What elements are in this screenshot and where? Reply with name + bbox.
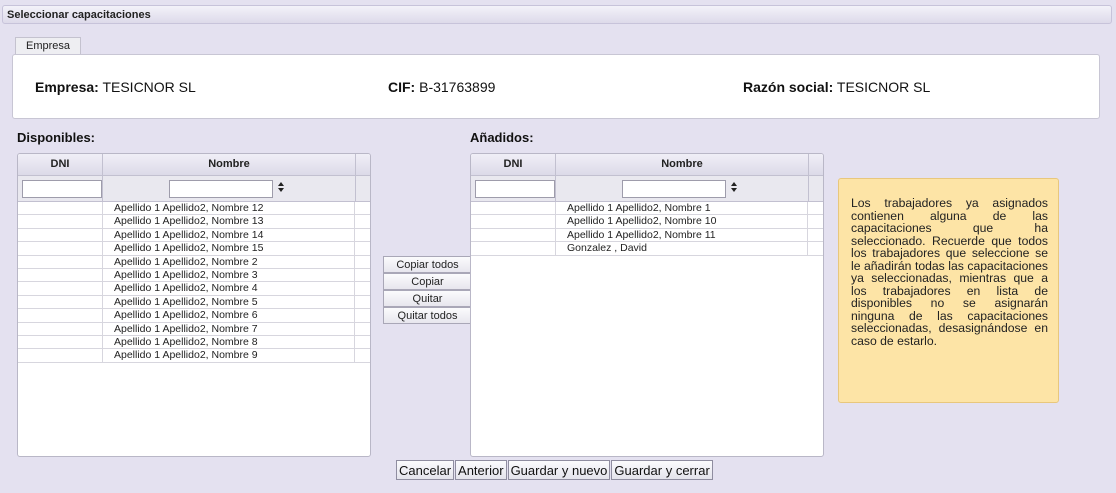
dni-cell [471, 242, 556, 255]
transfer-buttons: Copiar todos Copiar Quitar Quitar todos [383, 256, 472, 324]
company-info-panel: Empresa: TESICNOR SL CIF: B-31763899 Raz… [12, 54, 1100, 119]
dni-cell [471, 215, 556, 228]
dni-cell [18, 242, 103, 255]
cif-value: B-31763899 [419, 79, 496, 95]
save-and-close-button[interactable]: Guardar y cerrar [611, 460, 713, 480]
available-rows: Apellido 1 Apellido2, Nombre 12 Apellido … [18, 202, 370, 363]
table-row[interactable]: Apellido 1 Apellido2, Nombre 3 [18, 268, 370, 283]
tab-empresa[interactable]: Empresa [15, 37, 81, 54]
remove-all-button[interactable]: Quitar todos [383, 307, 472, 324]
filter-dni-input[interactable] [22, 180, 102, 198]
nombre-cell: Apellido 1 Apellido2, Nombre 15 [103, 242, 355, 255]
info-note: Los trabajadores ya asignados contienen … [838, 178, 1059, 403]
dni-cell [471, 202, 556, 215]
nombre-cell: Apellido 1 Apellido2, Nombre 8 [103, 335, 355, 349]
filter-dni-input[interactable] [475, 180, 555, 198]
cancel-button[interactable]: Cancelar [396, 460, 455, 480]
empresa-value: TESICNOR SL [102, 79, 196, 95]
column-divider [808, 176, 809, 202]
nombre-cell: Apellido 1 Apellido2, Nombre 13 [103, 215, 355, 228]
nombre-cell: Apellido 1 Apellido2, Nombre 5 [103, 295, 355, 309]
dni-cell [471, 228, 556, 242]
dni-cell [18, 322, 103, 335]
table-row[interactable]: Apellido 1 Apellido2, Nombre 5 [18, 295, 370, 310]
filter-nombre-input[interactable] [622, 180, 726, 198]
copy-button[interactable]: Copiar [383, 273, 472, 290]
dni-cell [18, 228, 103, 242]
dni-cell [18, 268, 103, 282]
cif-field: CIF: B-31763899 [388, 79, 495, 95]
empresa-label: Empresa: [35, 79, 99, 95]
dni-cell [18, 335, 103, 349]
column-header-nombre[interactable]: Nombre [103, 154, 356, 175]
grid-filter-row [471, 176, 823, 202]
dni-cell [18, 349, 103, 362]
razon-social-value: TESICNOR SL [836, 79, 931, 95]
sort-arrows-icon[interactable] [731, 182, 737, 194]
table-row[interactable]: Apellido 1 Apellido2, Nombre 14 [18, 228, 370, 243]
save-and-new-button[interactable]: Guardar y nuevo [507, 460, 611, 480]
nombre-cell: Apellido 1 Apellido2, Nombre 6 [103, 309, 355, 322]
nombre-cell: Apellido 1 Apellido2, Nombre 12 [103, 202, 355, 215]
nombre-cell: Apellido 1 Apellido2, Nombre 9 [103, 349, 355, 362]
cif-label: CIF: [388, 79, 416, 95]
nombre-cell: Apellido 1 Apellido2, Nombre 2 [103, 255, 355, 268]
column-divider [355, 176, 356, 202]
grid-filter-row [18, 176, 370, 202]
table-row[interactable]: Apellido 1 Apellido2, Nombre 13 [18, 215, 370, 229]
table-row[interactable]: Apellido 1 Apellido2, Nombre 15 [18, 242, 370, 256]
footer-buttons: Cancelar Anterior Guardar y nuevo Guarda… [396, 460, 714, 480]
dni-cell [18, 255, 103, 268]
nombre-cell: Apellido 1 Apellido2, Nombre 10 [556, 215, 808, 228]
column-divider [555, 176, 556, 202]
dni-cell [18, 202, 103, 215]
nombre-cell: Gonzalez , David [556, 242, 808, 255]
column-divider [102, 176, 103, 202]
copy-all-button[interactable]: Copiar todos [383, 256, 472, 273]
table-row[interactable]: Apellido 1 Apellido2, Nombre 10 [471, 215, 823, 229]
razon-social-label: Razón social: [743, 79, 834, 95]
table-row[interactable]: Gonzalez , David [471, 242, 823, 256]
added-rows: Apellido 1 Apellido2, Nombre 1 Apellido 1… [471, 202, 823, 256]
remove-button[interactable]: Quitar [383, 290, 472, 307]
table-row[interactable]: Apellido 1 Apellido2, Nombre 12 [18, 202, 370, 216]
column-header-dni[interactable]: DNI [471, 154, 556, 175]
grid-header: DNI Nombre [18, 154, 370, 176]
dni-cell [18, 309, 103, 322]
nombre-cell: Apellido 1 Apellido2, Nombre 11 [556, 228, 808, 242]
sort-arrows-icon[interactable] [278, 182, 284, 194]
table-row[interactable]: Apellido 1 Apellido2, Nombre 6 [18, 309, 370, 323]
nombre-cell: Apellido 1 Apellido2, Nombre 14 [103, 228, 355, 242]
column-header-dni[interactable]: DNI [18, 154, 103, 175]
available-grid: DNI Nombre Apellido 1 Apellido2, Nombre … [17, 153, 371, 457]
dni-cell [18, 215, 103, 228]
grid-header: DNI Nombre [471, 154, 823, 176]
table-row[interactable]: Apellido 1 Apellido2, Nombre 1 [471, 202, 823, 216]
table-row[interactable]: Apellido 1 Apellido2, Nombre 11 [471, 228, 823, 243]
added-grid: DNI Nombre Apellido 1 Apellido2, Nombre … [470, 153, 824, 457]
added-title: Añadidos: [470, 130, 534, 145]
empresa-field: Empresa: TESICNOR SL [35, 79, 196, 95]
previous-button[interactable]: Anterior [455, 460, 507, 480]
table-row[interactable]: Apellido 1 Apellido2, Nombre 7 [18, 322, 370, 336]
window-titlebar: Seleccionar capacitaciones [2, 5, 1112, 24]
available-title: Disponibles: [17, 130, 96, 145]
dni-cell [18, 295, 103, 309]
filter-nombre-input[interactable] [169, 180, 273, 198]
nombre-cell: Apellido 1 Apellido2, Nombre 4 [103, 282, 355, 295]
table-row[interactable]: Apellido 1 Apellido2, Nombre 9 [18, 349, 370, 363]
razon-social-field: Razón social: TESICNOR SL [743, 79, 930, 95]
nombre-cell: Apellido 1 Apellido2, Nombre 1 [556, 202, 808, 215]
table-row[interactable]: Apellido 1 Apellido2, Nombre 4 [18, 282, 370, 296]
nombre-cell: Apellido 1 Apellido2, Nombre 7 [103, 322, 355, 335]
table-row[interactable]: Apellido 1 Apellido2, Nombre 2 [18, 255, 370, 269]
nombre-cell: Apellido 1 Apellido2, Nombre 3 [103, 268, 355, 282]
dni-cell [18, 282, 103, 295]
table-row[interactable]: Apellido 1 Apellido2, Nombre 8 [18, 335, 370, 350]
column-header-nombre[interactable]: Nombre [556, 154, 809, 175]
window-title: Seleccionar capacitaciones [7, 9, 151, 21]
